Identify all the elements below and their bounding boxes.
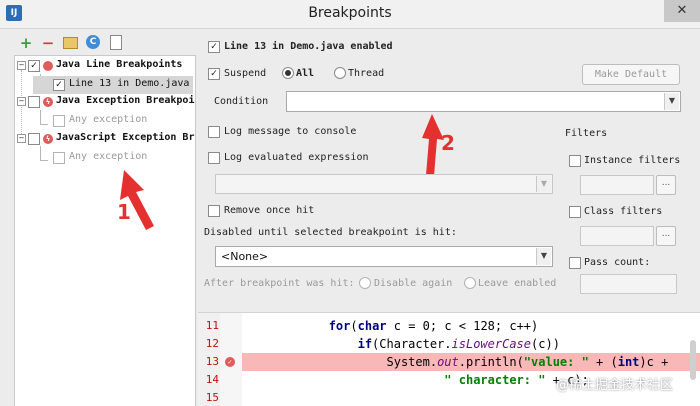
checkbox[interactable] [53,152,65,164]
tree-item-label: Any exception [69,151,148,162]
suspend-thread-label: Thread [348,68,385,79]
vertical-scrollbar[interactable] [690,340,696,380]
log-expression-input[interactable]: ▼ [215,174,553,194]
breakpoint-icon [43,61,53,71]
log-message-checkbox[interactable] [208,126,220,138]
code-text: if(Character.isLowerCase(c)) [357,337,560,351]
watermark: @稀土掘金技术社区 [556,378,674,393]
checkbox[interactable] [28,133,40,145]
suspend-thread-radio[interactable] [334,67,346,79]
suspend-all-radio[interactable] [282,67,294,79]
pass-count-label: Pass count: [584,257,651,268]
collapse-icon[interactable]: − [17,97,26,106]
disabled-until-select[interactable]: <None> ▼ [215,246,553,267]
log-expression-checkbox[interactable] [208,152,220,164]
instance-filters-checkbox[interactable] [569,155,581,167]
remove-once-hit-checkbox[interactable] [208,205,220,217]
disabled-until-value: <None> [221,250,269,263]
line-number: 15 [205,391,219,404]
class-filters-label: Class filters [584,206,663,217]
tree-item-line-13[interactable]: Line 13 in Demo.java [33,76,193,94]
tree-item-label: JavaScript Exception Br [56,132,195,143]
pass-count-input[interactable] [580,274,677,294]
line-number: 11 [205,319,219,332]
remove-breakpoint-button[interactable]: − [40,35,56,51]
annotation-label-2: 2 [441,131,455,155]
add-breakpoint-button[interactable]: + [18,35,34,51]
code-line: ✓ 13 System.out.println("value: " + (int)… [198,353,700,371]
line-number: 14 [205,373,219,386]
line-number: 12 [205,337,219,350]
condition-label: Condition [214,96,269,107]
window-title: Breakpoints [308,5,392,21]
collapse-icon[interactable]: − [17,134,26,143]
instance-filters-input[interactable] [580,175,654,195]
tree-item-java-exception-breakpoints[interactable]: − ϟ Java Exception Breakpoi [15,93,195,111]
checkbox[interactable] [28,60,40,72]
code-text: System.out.println("value: " + (int)c + [242,355,669,369]
close-button[interactable]: ✕ [664,0,700,22]
tree-item-any-exception[interactable]: Any exception [33,112,193,130]
dropdown-arrow-icon[interactable]: ▼ [536,248,551,265]
instance-filters-label: Instance filters [584,155,681,166]
filters-heading: Filters [565,128,608,139]
document-icon[interactable] [110,35,122,50]
line-number: 13 [205,355,219,368]
annotation-label-1: 1 [117,200,131,224]
leave-enabled-label: Leave enabled [478,278,557,289]
suspend-label: Suspend [224,68,267,79]
code-text: for(char c = 0; c < 128; c++) [328,319,539,333]
log-message-label: Log message to console [224,126,357,137]
log-expression-label: Log evaluated expression [224,152,369,163]
leave-enabled-radio[interactable] [464,277,476,289]
exception-breakpoint-icon: ϟ [43,134,53,144]
tree-item-javascript-exception-breakpoints[interactable]: − ϟ JavaScript Exception Br [15,130,195,148]
code-line: 11 for(char c = 0; c < 128; c++) [198,317,700,335]
checkbox[interactable] [53,79,65,91]
dropdown-arrow-icon: ▼ [536,176,551,192]
tree-item-label: Any exception [69,114,148,125]
class-filters-browse-button[interactable]: ... [656,226,676,246]
exception-breakpoint-icon: ϟ [43,97,53,107]
enabled-checkbox[interactable] [208,41,220,53]
suspend-checkbox[interactable] [208,68,220,80]
condition-input[interactable]: ▼ [286,91,681,112]
instance-filters-browse-button[interactable]: ... [656,175,676,195]
suspend-all-label: All [296,68,315,79]
folder-icon[interactable] [63,37,78,49]
class-filters-checkbox[interactable] [569,206,581,218]
disable-again-radio[interactable] [359,277,371,289]
dropdown-arrow-icon[interactable]: ▼ [664,93,679,110]
collapse-icon[interactable]: − [17,61,26,70]
breakpoint-icon[interactable]: ✓ [225,357,235,367]
code-line: 12 if(Character.isLowerCase(c)) [198,335,700,353]
disabled-until-label: Disabled until selected breakpoint is hi… [204,227,457,238]
breakpoint-enabled-label: Line 13 in Demo.java enabled [224,41,393,52]
disable-again-label: Disable again [374,278,453,289]
pass-count-checkbox[interactable] [569,257,581,269]
checkbox[interactable] [53,115,65,127]
make-default-button[interactable]: Make Default [582,64,680,85]
class-filters-input[interactable] [580,226,654,246]
remove-once-hit-label: Remove once hit [224,205,315,216]
checkbox[interactable] [28,96,40,108]
tree-item-any-exception[interactable]: Any exception [33,149,193,167]
code-text: " character: " + c); [444,373,589,387]
tree-item-java-line-breakpoints[interactable]: − Java Line Breakpoints [15,57,195,75]
after-hit-label: After breakpoint was hit: [204,278,355,289]
class-icon[interactable]: C [86,35,100,49]
tree-item-label: Java Exception Breakpoi [56,95,195,106]
tree-item-label: Java Line Breakpoints [56,59,183,70]
tree-item-label: Line 13 in Demo.java [69,78,190,89]
